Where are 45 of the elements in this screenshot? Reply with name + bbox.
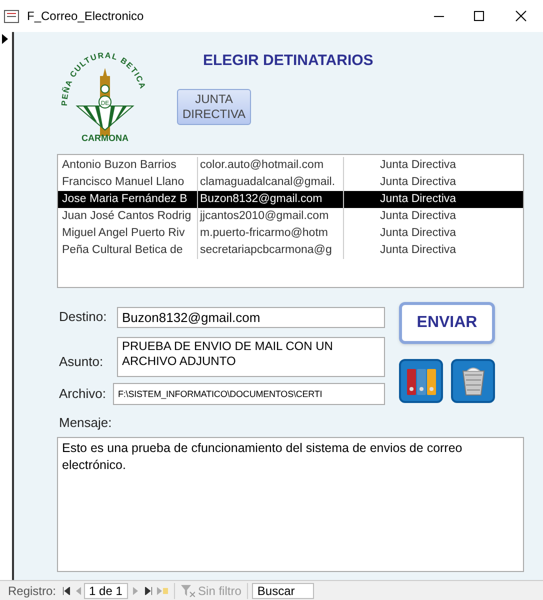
mensaje-label: Mensaje: (58, 414, 113, 432)
recipient-row[interactable]: Antonio Buzon Barrios color.auto@hotmail.com Junta Directiva (58, 157, 523, 174)
window-title: F_Correo_Electronico (27, 8, 144, 25)
group-cell-text: Junta Directiva (379, 226, 458, 241)
form-icon (4, 10, 19, 22)
name-cell: Jose Maria Fernández B (58, 191, 198, 208)
group-cell-text: Junta Directiva (379, 158, 458, 173)
email-cell: color.auto@hotmail.com (198, 157, 344, 174)
recipient-row[interactable]: Jose Maria Fernández B Buzon8132@gmail.com Junta Directiva (58, 191, 523, 208)
destino-field[interactable]: Buzon8132@gmail.com (117, 306, 385, 328)
filter-icon (181, 584, 196, 596)
name-cell: Juan José Cantos Rodrig (58, 208, 198, 225)
mensaje-field[interactable]: Esto es una prueba de cfuncionamiento del sistema de envios de correo electrónico. (57, 436, 524, 572)
destino-label: Destino: (58, 308, 108, 326)
email-cell: m.puerto-fricarmo@hotm (198, 225, 344, 242)
name-cell: Peña Cultural Betica de (58, 242, 198, 259)
asunto-field[interactable]: PRUEBA DE ENVIO DE MAIL CON UN ARCHIVO ADJUNTO (117, 337, 385, 377)
asunto-label: Asunto: (58, 353, 104, 372)
name-cell: Miguel Angel Puerto Riv (58, 225, 198, 242)
recipient-row[interactable]: Miguel Angel Puerto Riv m.puerto-fricarmo@hotm Junta Directiva (58, 225, 523, 242)
group-cell-text: Junta Directiva (379, 209, 458, 224)
close-icon (515, 10, 527, 22)
record-selector-icon (2, 34, 8, 44)
email-cell: secretariapcbcarmona@g (198, 242, 344, 259)
recipient-row[interactable]: Peña Cultural Betica de secretariapcbcarmona@g Junta Directiva (58, 242, 523, 259)
binders-icon[interactable] (399, 359, 443, 403)
search-field[interactable]: Buscar (252, 582, 314, 598)
email-cell: jjcantos2010@gmail.com (198, 208, 344, 225)
archivo-label: Archivo: (58, 385, 107, 404)
group-cell-text: Junta Directiva (379, 243, 458, 258)
email-cell: Buzon8132@gmail.com (198, 191, 344, 208)
first-record-button[interactable] (60, 586, 72, 594)
name-cell: Antonio Buzon Barrios (58, 157, 198, 174)
wastebasket-icon[interactable] (451, 359, 495, 403)
send-button[interactable]: ENVIAR (399, 302, 495, 344)
last-record-button[interactable] (142, 586, 154, 594)
recipients-list[interactable] (57, 154, 524, 288)
record-number-field[interactable]: 1 de 1 (84, 582, 128, 598)
archivo-field[interactable]: F:\SISTEM_INFORMATICO\DOCUMENTOS\CERTI (113, 383, 385, 405)
recipient-row[interactable]: Juan José Cantos Rodrig jjcantos2010@gmail.com Junta Directiva (58, 208, 523, 225)
junta-directiva-button[interactable]: JUNTA DIRECTIVA (177, 88, 251, 124)
form-heading: ELEGIR DETINATARIOS (203, 51, 374, 71)
record-label: Registro: (7, 582, 58, 600)
group-cell-text: Junta Directiva (379, 175, 458, 190)
group-cell-text: Junta Directiva (379, 192, 458, 207)
